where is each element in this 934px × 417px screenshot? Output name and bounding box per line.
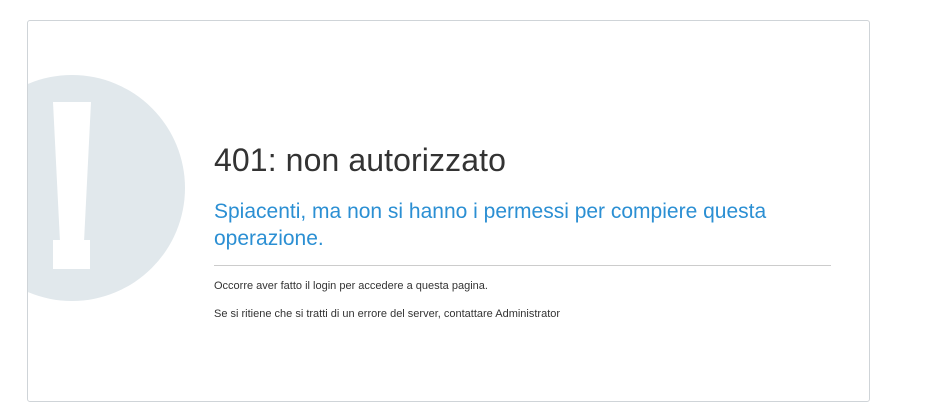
divider xyxy=(214,265,831,266)
error-card: 401: non autorizzato Spiacenti, ma non s… xyxy=(27,20,870,402)
error-content: 401: non autorizzato Spiacenti, ma non s… xyxy=(214,141,831,321)
exclamation-icon xyxy=(28,74,186,302)
error-title: 401: non autorizzato xyxy=(214,142,506,178)
contact-admin-message: Se si ritiene che si tratti di un errore… xyxy=(214,308,561,320)
error-subtitle: Spiacenti, ma non si hanno i permessi pe… xyxy=(214,200,767,250)
login-required-message: Occorre aver fatto il login per accedere… xyxy=(214,280,488,292)
